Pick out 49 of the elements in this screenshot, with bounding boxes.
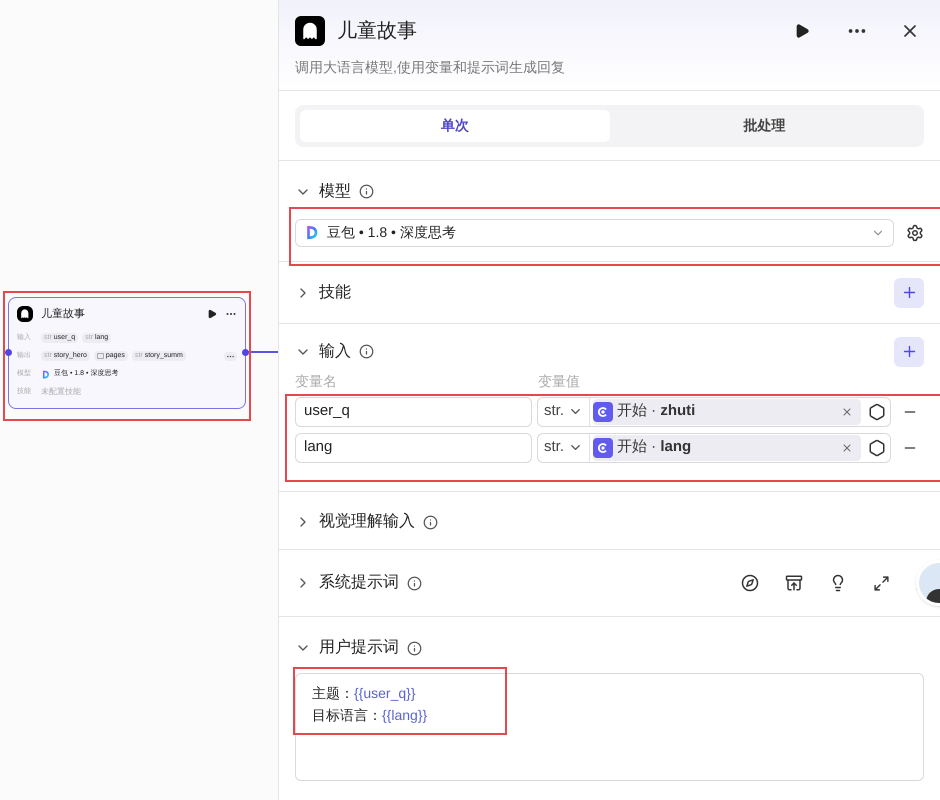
type-select[interactable]: str. (538, 398, 590, 426)
tab[interactable]: 单次 (300, 110, 610, 142)
info-icon[interactable] (423, 514, 438, 530)
run-icon[interactable] (794, 23, 810, 39)
inbox-upload-icon[interactable] (785, 574, 803, 592)
start-node-icon (593, 402, 614, 422)
variable-reference[interactable]: 开始 · zhuti (593, 398, 861, 425)
info-icon[interactable] (359, 344, 374, 360)
expand-icon[interactable] (873, 574, 890, 592)
add-button[interactable] (894, 278, 924, 308)
info-icon[interactable] (407, 640, 422, 656)
section-title: 视觉理解输入 (319, 512, 415, 532)
play-icon[interactable] (207, 309, 217, 320)
variable-icon[interactable] (868, 402, 886, 421)
start-node-icon (593, 438, 614, 458)
node-title: 儿童故事 (41, 306, 85, 322)
skills-status: 未配置技能 (41, 386, 81, 398)
compass-icon[interactable] (741, 574, 759, 592)
section-title: 用户提示词 (319, 638, 399, 658)
column-header: 变量名 (295, 372, 338, 391)
prompt-editor[interactable]: 主题：{{user_q}} 目标语言：{{lang}} (295, 673, 924, 782)
clear-icon[interactable] (841, 442, 853, 454)
array-icon (96, 353, 104, 359)
ghost-logo-icon (295, 16, 325, 46)
clear-icon[interactable] (841, 406, 853, 418)
tab[interactable]: 批处理 (610, 110, 919, 142)
type-select[interactable]: str. (538, 434, 590, 462)
column-header: 变量值 (538, 372, 580, 391)
variable-icon[interactable] (868, 438, 886, 457)
model-logo-icon (304, 225, 319, 240)
section-title: 输入 (319, 342, 351, 362)
section-title: 系统提示词 (319, 572, 399, 594)
prompt-line: 主题：{{user_q}} (312, 684, 417, 704)
model-select[interactable]: 豆包 • 1.8 • 深度思考 (295, 218, 894, 247)
panel-description: 调用大语言模型,使用变量和提示词生成回复 (295, 58, 566, 77)
prompt-line: 目标语言：{{lang}} (312, 706, 428, 726)
section-title: 技能 (319, 282, 351, 303)
model-logo-icon (41, 370, 50, 378)
ghost-logo-icon (17, 306, 33, 322)
section-title: 模型 (319, 182, 351, 202)
info-icon[interactable] (359, 184, 374, 200)
add-button[interactable] (894, 336, 924, 367)
settings-icon[interactable] (906, 224, 924, 242)
more-button[interactable] (224, 352, 237, 360)
variable-name-field[interactable]: user_q (295, 396, 532, 427)
panel-title: 儿童故事 (337, 19, 417, 44)
variable-reference[interactable]: 开始 · lang (593, 434, 861, 461)
info-icon[interactable] (407, 576, 422, 591)
variable-name-field[interactable]: lang (295, 432, 532, 463)
